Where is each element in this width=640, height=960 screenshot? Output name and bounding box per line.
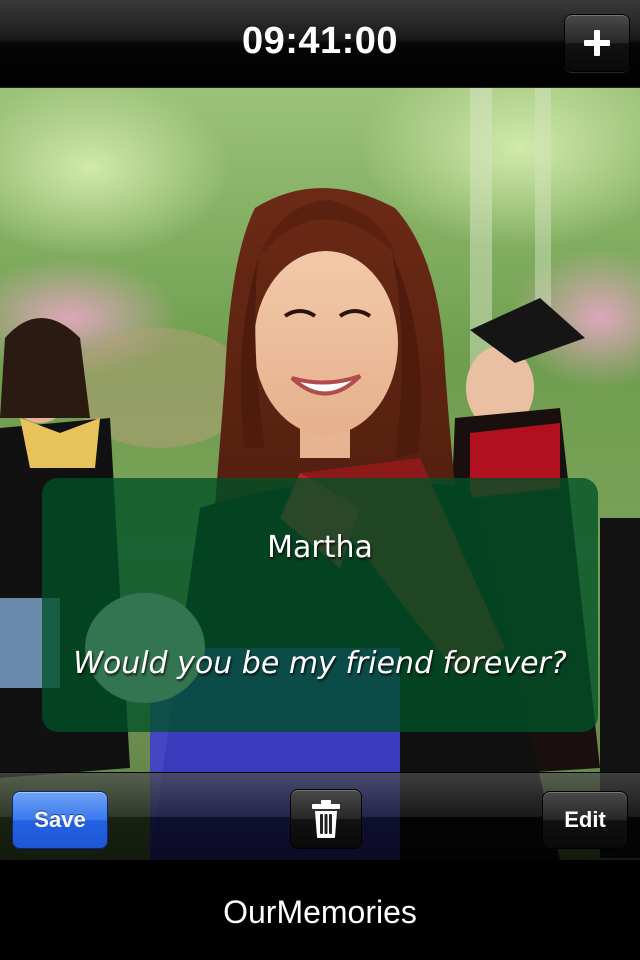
delete-button[interactable] [290, 789, 362, 849]
trash-icon [312, 800, 340, 838]
memory-photo [0, 88, 640, 860]
plus-icon [584, 30, 610, 56]
add-button[interactable] [564, 14, 630, 72]
friend-name: Martha [267, 530, 373, 565]
photo-illustration [0, 88, 640, 860]
memory-message: Would you be my friend forever? [73, 646, 567, 681]
save-button[interactable]: Save [12, 791, 108, 849]
clock-label: 09:41:00 [241, 20, 399, 62]
top-bar: 09:41:00 [0, 0, 640, 88]
edit-button[interactable]: Edit [542, 791, 628, 849]
app-name: OurMemories [223, 894, 417, 930]
message-card: Martha Would you be my friend forever? [42, 478, 598, 732]
bottom-toolbar: Save Edit [0, 772, 640, 860]
footer: OurMemories [0, 860, 640, 960]
